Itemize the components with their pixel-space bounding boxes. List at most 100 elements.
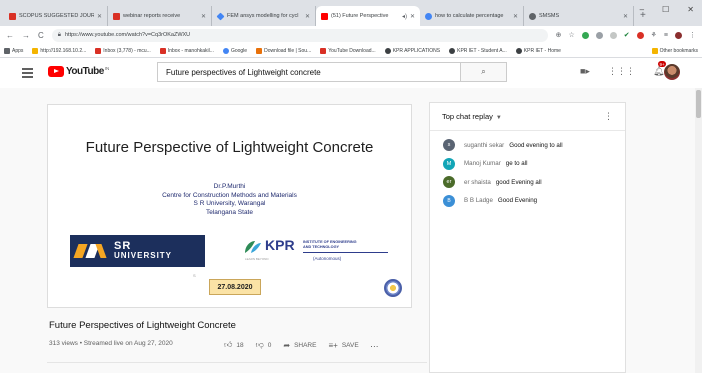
extension-icon[interactable] [581,31,589,39]
share-button[interactable]: ➦ SHARE [283,341,316,350]
scrollbar-thumb[interactable] [696,90,701,118]
tab-title: FEM ansys modelling for cycl [227,13,299,19]
chat-author[interactable]: er shaista [464,179,491,186]
bookmark-item[interactable]: Download file | Sou... [256,47,312,54]
extension-icon[interactable] [636,31,644,39]
star-icon[interactable]: ☆ [568,31,574,39]
audio-icon[interactable]: ◂) [402,13,407,20]
tab-title: how to calculate percentage [435,13,504,19]
chat-text: Good evening to all [509,141,563,149]
url-bar[interactable]: 🔒︎ https://www.youtube.com/watch?v=Cq3rO… [51,28,548,42]
extension-icon[interactable] [595,31,603,39]
close-tab-icon[interactable]: ✕ [513,13,518,20]
bookmark-item[interactable]: Google [222,47,247,54]
presenter-state: Telangana State [206,208,253,216]
bookmark-item[interactable]: KPR IET - Student A... [449,47,507,54]
bookmark-item[interactable]: YouTube Download... [320,47,376,54]
bookmark-label: KPR APPLICATIONS [392,47,441,54]
other-bookmarks[interactable]: Other bookmarks [651,47,698,54]
save-button[interactable]: ≡+ SAVE [328,341,358,350]
close-tab-icon[interactable]: ✕ [305,13,310,20]
browser-tab-active[interactable]: (51) Future Perspective ◂) ✕ [316,6,420,26]
notifications-bell-icon[interactable]: 🔔︎ 9+ [653,61,667,77]
back-arrow-icon[interactable]: ← [6,31,14,40]
bookmark-item[interactable]: Inbox - manohkakil... [159,47,214,54]
profile-icon[interactable] [675,31,682,39]
sr-logo-line: SR [114,240,132,252]
browser-tab[interactable]: SMSMS ✕ [524,6,634,26]
bookmark-item[interactable]: http://192.168.10.2... [32,47,86,54]
menu-kebab-icon[interactable]: ⋮ [689,31,696,39]
chat-author[interactable]: suganthi sekar [464,142,504,149]
kpr-institute-text: INSTITUTE OF ENGINEERING AND TECHNOLOGY [303,240,357,249]
search-input[interactable]: Future perspectives of Lightweight concr… [157,62,461,82]
globe-icon [384,47,391,54]
browser-tab[interactable]: FEM ansys modelling for cycl ✕ [212,6,316,26]
google-icon [425,12,432,20]
reload-icon[interactable]: C [38,31,44,40]
bookmark-label: KPR IET - Student A... [457,47,507,54]
save-label: SAVE [341,341,359,349]
browser-tab[interactable]: webinar reports receive ✕ [108,6,212,26]
gmail-icon [9,12,16,20]
chat-mode-dropdown[interactable]: Top chat replay ▼ [442,112,502,121]
more-actions-button[interactable]: ... [371,342,379,349]
apps-grid-icon[interactable]: ⋮⋮⋮ [608,66,635,77]
hamburger-menu-icon[interactable] [22,68,33,80]
close-tab-icon[interactable]: ✕ [410,13,415,20]
download-icon [256,47,263,54]
folder-icon [651,47,658,54]
puzzle-icon[interactable]: ⚘ [651,31,657,39]
chat-avatar[interactable]: B [443,194,455,207]
extension-icon[interactable] [609,31,617,39]
chat-author[interactable]: B B Ladge [464,197,493,204]
sr-logo-text: SR UNIVERSITY [114,240,172,261]
youtube-wordmark: YouTube [66,66,104,77]
chat-avatar[interactable]: er [443,176,455,189]
slide-date: 27.08.2020 [209,279,261,295]
chat-mode-label: Top chat replay [442,112,493,121]
bookmark-apps[interactable]: Apps [4,47,23,54]
zoom-icon[interactable]: ⊕ [556,31,562,39]
bookmark-item[interactable]: Inbox (3,778) - mcu... [95,47,151,54]
dislike-button[interactable]: 👎︎ 0 [256,340,272,350]
chat-avatar[interactable]: M [443,157,455,170]
bookmark-label: YouTube Download... [328,47,376,54]
browser-tab[interactable]: SCOPUS SUGGESTED JOURN ✕ [4,6,108,26]
gmail-icon [113,12,120,20]
minimize-button[interactable]: – [640,5,644,14]
search-button[interactable]: ⌕ [461,62,507,82]
browser-tab[interactable]: how to calculate percentage ✕ [420,6,524,26]
bookmark-label: Inbox (3,778) - mcu... [103,47,151,54]
close-tab-icon[interactable]: ✕ [623,13,628,20]
tab-title: SCOPUS SUGGESTED JOURN [19,13,94,19]
bookmark-label: Download file | Sou... [264,47,312,54]
page-scrollbar[interactable] [695,88,702,373]
slide-title: Future Perspective of Lightweight Concre… [85,139,374,156]
bookmarks-bar: Apps http://192.168.10.2... Inbox (3,778… [0,44,702,58]
like-button[interactable]: 👍︎ 18 [224,340,244,350]
youtube-logo[interactable]: YouTube IN [48,66,109,77]
video-player[interactable]: Future Perspective of Lightweight Concre… [47,104,412,308]
slide-presenter-block: Dr.P.Murthi Centre for Construction Meth… [48,183,411,217]
video-actions: 👍︎ 18 👎︎ 0 ➦ SHARE ≡+ SAVE ... [224,340,379,350]
close-tab-icon[interactable]: ✕ [97,13,102,20]
maximize-button[interactable]: ☐ [662,5,669,14]
forward-arrow-icon[interactable]: → [22,31,30,40]
media-icon[interactable]: ≡ [664,32,668,39]
bookmark-item[interactable]: KPR APPLICATIONS [384,47,441,54]
kpr-divider [303,252,388,253]
chat-menu-kebab-icon[interactable]: ⋮ [604,111,613,122]
lock-icon: 🔒︎ [57,31,61,38]
bookmark-item[interactable]: KPR IET - Home [515,47,561,54]
check-icon[interactable]: ✔ [624,31,630,39]
chat-author[interactable]: Manoj Kumar [464,160,501,167]
create-video-icon[interactable]: ■▸ [580,66,590,77]
presenter-dept: Centre for Construction Methods and Mate… [162,191,297,199]
kpr-tagline: LEARN BEYOND [245,257,269,261]
playlist-add-icon: ≡+ [328,340,338,350]
close-tab-icon[interactable]: ✕ [201,13,206,20]
chat-avatar[interactable]: s [443,139,455,152]
avatar[interactable] [664,64,680,80]
close-window-button[interactable]: ✕ [687,5,694,14]
